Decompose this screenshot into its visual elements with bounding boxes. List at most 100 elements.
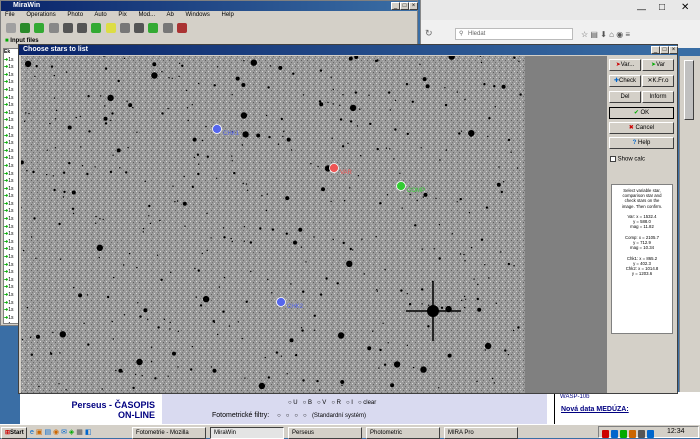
chat-icon[interactable]: ◈ xyxy=(69,429,74,436)
start-button[interactable]: ⊞Start xyxy=(1,427,27,439)
tray-icon-5[interactable] xyxy=(638,430,645,438)
star-field-svg[interactable]: CHK1 VAR COMP CHK2 xyxy=(21,56,525,393)
maximize-button[interactable]: □ xyxy=(400,2,409,10)
star xyxy=(265,209,268,212)
arrow-icon[interactable] xyxy=(91,23,102,33)
perseus-title[interactable]: Perseus - ČASOPIS ON-LINE xyxy=(50,400,155,420)
desktop-icon[interactable]: ▤ xyxy=(44,429,51,436)
star xyxy=(416,199,418,202)
bulb-icon[interactable] xyxy=(105,23,116,33)
dialog-minimize-button[interactable]: _ xyxy=(651,46,660,54)
maximize-icon[interactable]: □ xyxy=(659,2,665,13)
folder-icon[interactable]: ▣ xyxy=(36,429,43,436)
menu-windows[interactable]: Windows xyxy=(185,12,209,18)
minimize-icon[interactable]: — xyxy=(637,4,646,14)
marker-var[interactable] xyxy=(329,163,339,173)
menu-pix[interactable]: Pix xyxy=(118,12,126,18)
meduza-link[interactable]: Nová data MEDÚZA: xyxy=(561,406,700,413)
check-button[interactable]: ✚Check xyxy=(609,75,641,87)
tray-icon-1[interactable] xyxy=(602,430,609,438)
list-item-label: 1s xyxy=(8,185,14,192)
kfro-button[interactable]: ✕K.Fr.o xyxy=(642,75,674,87)
show-calc-checkbox[interactable]: Show calc xyxy=(610,156,645,163)
radio-clear[interactable]: ○ clear xyxy=(358,400,376,406)
menu-file[interactable]: File xyxy=(5,12,15,18)
tray-icon-6[interactable] xyxy=(647,430,654,438)
zoom-icon[interactable] xyxy=(162,23,173,33)
star xyxy=(480,238,484,241)
marker-chk2[interactable] xyxy=(276,297,286,307)
radio-i[interactable]: ○ I xyxy=(346,400,356,406)
star xyxy=(72,212,75,215)
menu-ab[interactable]: Ab xyxy=(166,12,173,18)
sync-icon[interactable]: ◉ xyxy=(616,30,625,39)
marker-comp[interactable] xyxy=(396,181,406,191)
tool-icon[interactable] xyxy=(48,23,59,33)
star xyxy=(104,67,108,70)
menu-mod[interactable]: Mod... xyxy=(138,12,155,18)
menu-help[interactable]: Help xyxy=(222,12,234,18)
close-icon[interactable]: ✕ xyxy=(681,2,689,13)
add-icon[interactable] xyxy=(20,23,31,33)
star xyxy=(343,200,346,202)
star xyxy=(111,320,113,323)
star-image[interactable]: CHK1 VAR COMP CHK2 xyxy=(21,56,525,393)
star xyxy=(112,338,115,340)
task-photometric[interactable]: Photometric xyxy=(366,427,440,439)
menu-icon[interactable]: ≡ xyxy=(625,30,630,39)
menu-photo[interactable]: Photo xyxy=(67,12,83,18)
star-icon[interactable]: ☆ xyxy=(581,30,590,39)
star xyxy=(487,135,489,138)
star xyxy=(278,65,283,70)
h-icon[interactable] xyxy=(134,23,145,33)
filter-options-row2[interactable]: ○ ○ ○ ○ xyxy=(277,413,310,419)
ok-button[interactable]: ✔ OK xyxy=(609,107,674,119)
cancel-button[interactable]: ✖ Cancel xyxy=(609,122,674,134)
star xyxy=(87,343,90,346)
task-firefox[interactable]: Fotometrie - Mozilla xyxy=(132,427,206,439)
search-input[interactable]: ⚲ Hledat xyxy=(455,28,573,40)
stats-icon[interactable] xyxy=(119,23,130,33)
menu-operations[interactable]: Operations xyxy=(26,12,55,18)
reload-icon[interactable]: ↻ xyxy=(425,28,433,39)
task-mirawin[interactable]: MiraWin xyxy=(210,427,284,439)
var-button[interactable]: ➤Var xyxy=(642,59,674,71)
tray-icon-3[interactable] xyxy=(620,430,627,438)
d-icon[interactable] xyxy=(62,23,73,33)
scroll-thumb[interactable] xyxy=(684,60,694,120)
inform-button[interactable]: Inform xyxy=(642,91,674,103)
dialog-close-button[interactable]: × xyxy=(669,46,678,54)
radio-v[interactable]: ○ V xyxy=(317,400,330,406)
right-scrollbar[interactable] xyxy=(679,56,700,392)
app-quick-icon[interactable]: ◧ xyxy=(85,429,92,436)
del-button[interactable]: Del xyxy=(609,91,641,103)
check-icon[interactable] xyxy=(34,23,45,33)
dialog-maximize-button[interactable]: □ xyxy=(660,46,669,54)
var-select-button[interactable]: ➤Var... xyxy=(609,59,641,71)
stop-icon[interactable] xyxy=(176,23,187,33)
tray-icon-4[interactable] xyxy=(629,430,636,438)
radio-r[interactable]: ○ R xyxy=(331,400,344,406)
task-mira-pro[interactable]: MIRA Pro xyxy=(444,427,518,439)
radio-u[interactable]: ○ U xyxy=(288,400,301,406)
menu-auto[interactable]: Auto xyxy=(94,12,106,18)
star xyxy=(438,224,441,226)
f-icon[interactable] xyxy=(77,23,88,33)
go-icon[interactable] xyxy=(148,23,159,33)
close-button[interactable]: × xyxy=(409,2,418,10)
star xyxy=(408,303,412,306)
tray-icon-2[interactable] xyxy=(611,430,618,438)
radio-b[interactable]: ○ B xyxy=(303,400,316,406)
reading-icon[interactable]: ▤ xyxy=(590,30,600,39)
tool-quick-icon[interactable]: ▦ xyxy=(76,429,83,436)
help-button[interactable]: ? Help xyxy=(609,137,674,149)
new-icon[interactable] xyxy=(6,23,16,33)
mail-icon[interactable]: ✉ xyxy=(61,429,67,436)
marker-chk1[interactable] xyxy=(212,124,222,134)
ie-icon[interactable]: e xyxy=(30,429,34,436)
minimize-button[interactable]: _ xyxy=(391,2,400,10)
task-perseus[interactable]: Perseus xyxy=(288,427,362,439)
wasp-link[interactable]: WASP-10b xyxy=(560,394,700,400)
download-icon[interactable]: ⬇ xyxy=(600,30,609,39)
media-icon[interactable]: ◉ xyxy=(53,429,59,436)
